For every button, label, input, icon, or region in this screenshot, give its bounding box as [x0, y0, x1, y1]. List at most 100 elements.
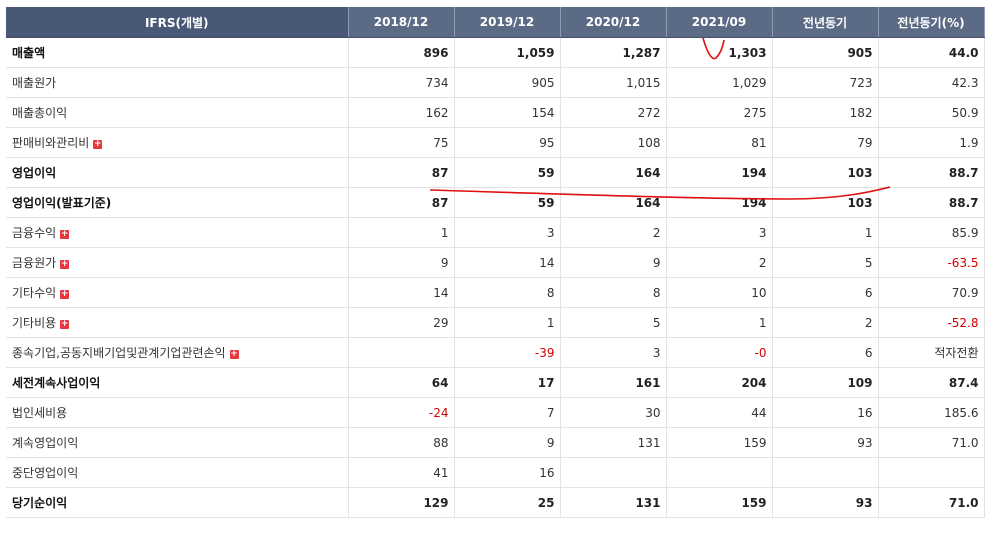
value-cell: 108: [560, 127, 667, 158]
value-cell: 81: [666, 127, 773, 158]
value-cell: 131: [560, 487, 667, 518]
value-cell: 95: [454, 127, 561, 158]
value-cell: 204: [666, 367, 773, 398]
financial-statement-table: IFRS(개별) 2018/12 2019/12 2020/12 2021/09…: [6, 7, 985, 518]
value-cell: 6: [772, 337, 879, 368]
row-label: 영업이익(발표기준): [6, 187, 349, 218]
value-cell: 14: [454, 247, 561, 278]
row-label: 종속기업,공동지배기업및관계기업관련손익 +: [6, 337, 349, 368]
value-cell: 75: [348, 127, 455, 158]
table-row: 기타수익 +14 8 8 10 6 70.9: [6, 277, 985, 308]
row-label: 매출액: [6, 37, 349, 68]
value-cell: 162: [348, 97, 455, 128]
value-cell: -52.8: [878, 307, 985, 338]
table-row: 매출총이익 162 154 272 275 182 50.9: [6, 97, 985, 128]
row-label: 기타수익 +: [6, 277, 349, 308]
value-cell: [666, 457, 773, 488]
value-cell: 41: [348, 457, 455, 488]
row-label-text: 법인세비용: [12, 406, 68, 420]
value-cell: 1,029: [666, 67, 773, 98]
value-cell: 182: [772, 97, 879, 128]
value-cell: 5: [772, 247, 879, 278]
column-header: 2018/12: [348, 7, 455, 38]
value-cell: -0: [666, 337, 773, 368]
row-label: 매출총이익: [6, 97, 349, 128]
value-cell: [560, 457, 667, 488]
row-label: 계속영업이익: [6, 427, 349, 458]
row-label-text: 영업이익(발표기준): [12, 196, 112, 210]
value-cell: 14: [348, 277, 455, 308]
column-header: 전년동기: [772, 7, 879, 38]
value-cell: 9: [348, 247, 455, 278]
row-label-text: 영업이익: [12, 166, 57, 180]
value-cell: 79: [772, 127, 879, 158]
value-cell: 896: [348, 37, 455, 68]
value-cell: 185.6: [878, 397, 985, 428]
value-cell: 30: [560, 397, 667, 428]
row-label: 당기순이익: [6, 487, 349, 518]
row-label: 매출원가: [6, 67, 349, 98]
plus-icon[interactable]: +: [60, 230, 70, 239]
column-header: 2019/12: [454, 7, 561, 38]
value-cell: 88.7: [878, 157, 985, 188]
row-label: 세전계속사업이익: [6, 367, 349, 398]
value-cell: 159: [666, 487, 773, 518]
value-cell: 59: [454, 187, 561, 218]
plus-icon[interactable]: +: [93, 140, 103, 149]
header-row: IFRS(개별) 2018/12 2019/12 2020/12 2021/09…: [6, 7, 985, 38]
table-row: 금융수익 +1 3 2 3 1 85.9: [6, 217, 985, 248]
value-cell: 7: [454, 397, 561, 428]
row-label-text: 기타수익: [12, 286, 57, 300]
value-cell: 64: [348, 367, 455, 398]
value-cell: 1,059: [454, 37, 561, 68]
column-header: 2021/09: [666, 7, 773, 38]
header-label: IFRS(개별): [6, 7, 349, 38]
value-cell: 87.4: [878, 367, 985, 398]
value-cell: 42.3: [878, 67, 985, 98]
value-cell: -24: [348, 397, 455, 428]
value-cell: 44: [666, 397, 773, 428]
row-label-text: 기타비용: [12, 316, 57, 330]
value-cell: 164: [560, 187, 667, 218]
row-label-text: 계속영업이익: [12, 436, 79, 450]
plus-icon[interactable]: +: [60, 290, 70, 299]
value-cell: 1,287: [560, 37, 667, 68]
row-label: 판매비와관리비 +: [6, 127, 349, 158]
value-cell: 2: [666, 247, 773, 278]
value-cell: 2: [560, 217, 667, 248]
table-row: 종속기업,공동지배기업및관계기업관련손익 + -39 3 -0 6 적자전환: [6, 337, 985, 368]
table-row: 당기순이익 129 25 131 159 93 71.0: [6, 487, 985, 518]
value-cell: 905: [454, 67, 561, 98]
value-cell: 3: [560, 337, 667, 368]
value-cell: 44.0: [878, 37, 985, 68]
value-cell: 6: [772, 277, 879, 308]
plus-icon[interactable]: +: [60, 260, 70, 269]
row-label: 법인세비용: [6, 397, 349, 428]
value-cell: 129: [348, 487, 455, 518]
table-row: 계속영업이익 88 9 131 159 93 71.0: [6, 427, 985, 458]
value-cell: 1.9: [878, 127, 985, 158]
value-cell: 88.7: [878, 187, 985, 218]
value-cell: 87: [348, 187, 455, 218]
plus-icon[interactable]: +: [60, 320, 70, 329]
value-cell: 103: [772, 187, 879, 218]
value-cell: [348, 337, 455, 368]
value-cell: 59: [454, 157, 561, 188]
value-cell: 9: [560, 247, 667, 278]
row-label: 금융수익 +: [6, 217, 349, 248]
value-cell: 적자전환: [878, 337, 985, 368]
row-label-text: 매출총이익: [12, 106, 68, 120]
value-cell: 16: [454, 457, 561, 488]
value-cell: 103: [772, 157, 879, 188]
value-cell: 1: [666, 307, 773, 338]
value-cell: 5: [560, 307, 667, 338]
table-row: 법인세비용 -24 7 30 44 16 185.6: [6, 397, 985, 428]
table-row: 기타비용 +29 1 5 1 2 -52.8: [6, 307, 985, 338]
value-cell: 87: [348, 157, 455, 188]
table-row: 판매비와관리비 +75 95 108 81 79 1.9: [6, 127, 985, 158]
row-label: 기타비용 +: [6, 307, 349, 338]
table-row: 금융원가 +9 14 9 2 5 -63.5: [6, 247, 985, 278]
value-cell: 17: [454, 367, 561, 398]
row-label-text: 종속기업,공동지배기업및관계기업관련손익: [12, 346, 226, 360]
plus-icon[interactable]: +: [229, 350, 239, 359]
